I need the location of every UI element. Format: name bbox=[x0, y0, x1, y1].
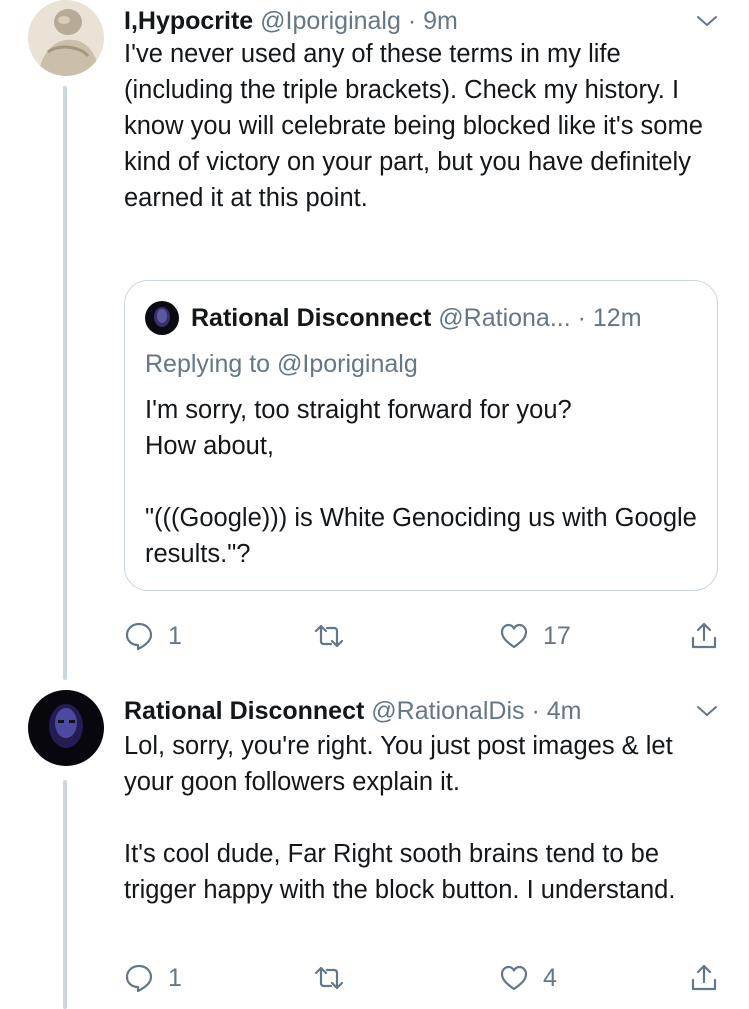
statue-avatar-icon bbox=[28, 0, 104, 76]
quoted-tweet-text: I'm sorry, too straight forward for you?… bbox=[145, 396, 697, 568]
user-handle[interactable]: @Iporiginalg bbox=[260, 7, 401, 35]
dark-portrait-avatar-icon bbox=[28, 690, 104, 766]
tweet-actions: 1 17 bbox=[124, 618, 724, 654]
reply-icon bbox=[125, 964, 153, 993]
retweet-icon bbox=[314, 624, 344, 648]
timestamp[interactable]: 9m bbox=[423, 7, 458, 35]
reply-button[interactable]: 1 bbox=[124, 960, 182, 996]
reply-icon bbox=[125, 622, 153, 651]
like-count: 4 bbox=[543, 963, 557, 992]
chevron-down-icon[interactable] bbox=[695, 699, 719, 723]
tweet-actions: 1 4 bbox=[124, 960, 724, 996]
quoted-tweet[interactable]: Rational Disconnect @Rationa... · 12m Re… bbox=[124, 280, 718, 591]
quoted-timestamp: 12m bbox=[592, 304, 642, 332]
share-icon bbox=[691, 964, 717, 991]
tweet-text: I've never used any of these terms in my… bbox=[124, 40, 703, 212]
timestamp[interactable]: 4m bbox=[547, 697, 582, 725]
like-button[interactable]: 4 bbox=[499, 960, 557, 996]
retweet-button[interactable] bbox=[314, 960, 358, 996]
tweet-header: Rational Disconnect @RationalDis · 4m bbox=[124, 694, 581, 728]
quoted-user-handle: @Rationa... bbox=[438, 304, 571, 332]
display-name[interactable]: I,Hypocrite bbox=[124, 7, 253, 35]
tweet-header: I,Hypocrite @Iporiginalg · 9m bbox=[124, 4, 458, 38]
user-handle[interactable]: @RationalDis bbox=[371, 697, 524, 725]
replying-to: Replying to @Iporiginalg bbox=[145, 350, 418, 378]
tweet-text: Lol, sorry, you're right. You just post … bbox=[124, 732, 676, 904]
like-count: 17 bbox=[543, 621, 571, 650]
reply-button[interactable]: 1 bbox=[124, 618, 182, 654]
like-button[interactable]: 17 bbox=[499, 618, 571, 654]
reply-count: 1 bbox=[168, 621, 182, 650]
dark-portrait-avatar-icon bbox=[145, 301, 179, 335]
separator-dot: · bbox=[407, 7, 417, 35]
tweet[interactable]: I,Hypocrite @Iporiginalg · 9m I've never… bbox=[0, 0, 749, 680]
like-icon bbox=[500, 965, 528, 991]
separator-dot: · bbox=[577, 304, 586, 332]
separator-dot: · bbox=[531, 697, 540, 725]
quoted-tweet-header: Rational Disconnect @Rationa... · 12m bbox=[145, 301, 642, 335]
reply-count: 1 bbox=[168, 963, 182, 992]
display-name[interactable]: Rational Disconnect bbox=[124, 697, 364, 725]
quoted-display-name: Rational Disconnect bbox=[191, 304, 432, 332]
tweet[interactable]: Rational Disconnect @RationalDis · 4m Lo… bbox=[0, 690, 749, 1009]
avatar[interactable] bbox=[28, 0, 104, 76]
share-button[interactable] bbox=[689, 960, 719, 996]
chevron-down-icon[interactable] bbox=[695, 9, 719, 33]
avatar[interactable] bbox=[28, 690, 104, 766]
quoted-avatar bbox=[145, 301, 179, 335]
share-icon bbox=[691, 622, 717, 649]
retweet-icon bbox=[314, 966, 344, 990]
retweet-button[interactable] bbox=[314, 618, 358, 654]
share-button[interactable] bbox=[689, 618, 719, 654]
like-icon bbox=[500, 623, 528, 649]
